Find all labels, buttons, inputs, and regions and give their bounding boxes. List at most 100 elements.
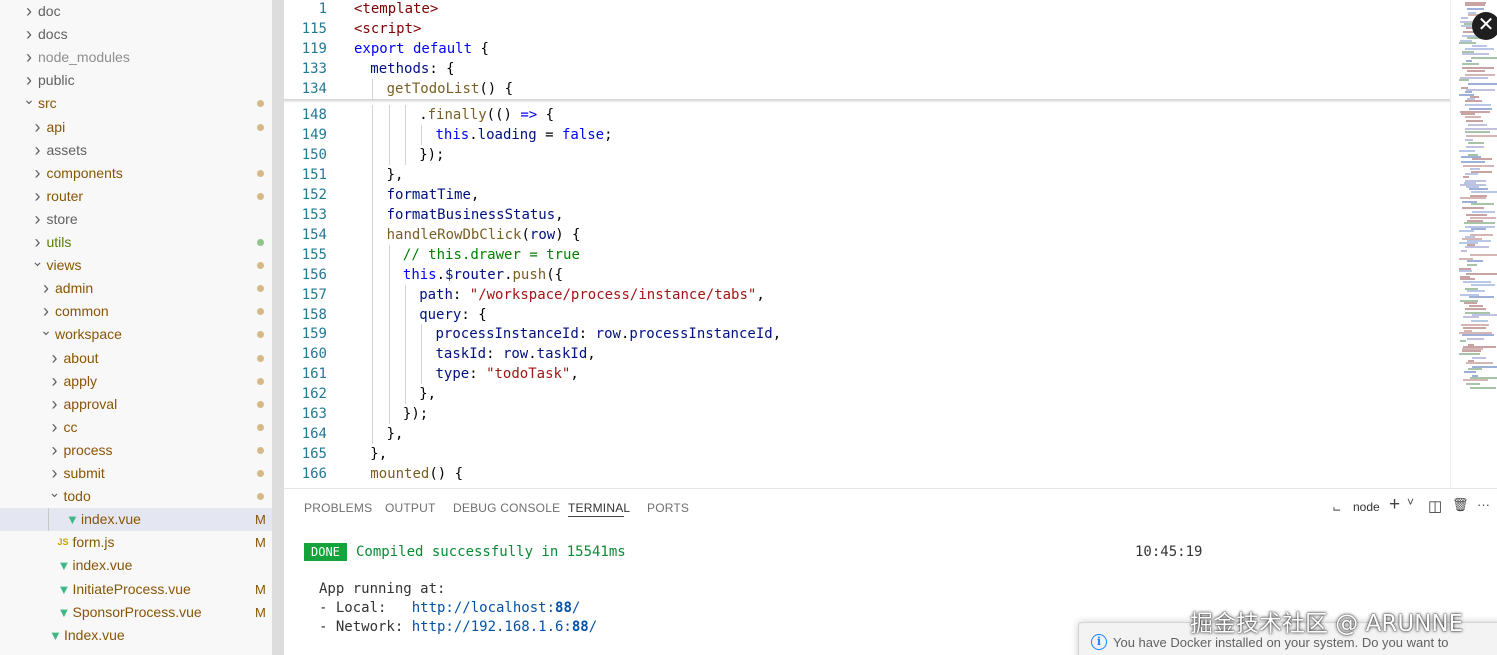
code-line[interactable]: 154 handleRowDbClick(row) {	[284, 224, 1450, 245]
folder-item[interactable]: common	[0, 300, 272, 323]
folder-item[interactable]: admin	[0, 277, 272, 300]
indent-guide	[372, 384, 374, 405]
code-line[interactable]: 150});	[284, 144, 1450, 165]
code-text: },	[370, 444, 387, 464]
code-line[interactable]: 115 <script>	[284, 19, 1450, 39]
code-line[interactable]: 165},	[284, 444, 1450, 464]
chevron-right-icon[interactable]	[22, 69, 36, 93]
folder-item[interactable]: store	[0, 208, 272, 231]
split-terminal-button[interactable]: ◫	[1428, 497, 1442, 515]
close-overlay-button[interactable]: ✕	[1472, 12, 1497, 40]
new-terminal-button[interactable]: +	[1389, 494, 1400, 516]
folder-item[interactable]: views	[0, 254, 272, 277]
folder-item[interactable]: doc	[0, 0, 272, 23]
folder-item[interactable]: public	[0, 69, 272, 92]
chevron-right-icon[interactable]	[31, 185, 45, 209]
folder-item[interactable]: apply	[0, 370, 272, 393]
tab-problems[interactable]: PROBLEMS	[304, 501, 372, 515]
line-number: 155	[301, 246, 327, 263]
code-line[interactable]: 1 <template>	[284, 0, 1450, 19]
code-line[interactable]: 151},	[284, 164, 1450, 185]
code-line[interactable]: 163});	[284, 404, 1450, 425]
chevron-right-icon[interactable]	[48, 416, 62, 440]
chevron-right-icon[interactable]	[31, 116, 45, 140]
folder-item[interactable]: router	[0, 185, 272, 208]
chevron-right-icon[interactable]	[22, 23, 36, 47]
code-line[interactable]: 159 processInstanceId: row.processInstanc…	[284, 324, 1450, 345]
code-line[interactable]: 119 export default {	[284, 39, 1450, 59]
folder-item[interactable]: node_modules	[0, 46, 272, 69]
code-editor[interactable]: 1 <template> 115 <script> 119 export default …	[284, 0, 1450, 488]
file-item[interactable]: ▼ InitiateProcess.vue M	[0, 578, 272, 601]
chevron-down-icon[interactable]	[31, 254, 45, 277]
code-token: ,	[587, 346, 596, 363]
chevron-right-icon[interactable]	[48, 347, 62, 371]
file-item[interactable]: JS form.js M	[0, 531, 272, 554]
chevron-right-icon[interactable]	[31, 139, 45, 163]
code-line[interactable]: 166 mounted() {	[284, 464, 1450, 484]
code-line[interactable]: 157 path: "/workspace/process/instance/ta…	[284, 284, 1450, 305]
folder-item[interactable]: cc	[0, 416, 272, 439]
file-item[interactable]: ▼ index.vue	[0, 554, 272, 577]
chevron-right-icon[interactable]	[31, 208, 45, 232]
chevron-right-icon[interactable]	[31, 231, 45, 255]
chevron-right-icon[interactable]	[22, 0, 36, 24]
folder-item[interactable]: submit	[0, 462, 272, 485]
folder-item[interactable]: about	[0, 347, 272, 370]
code-line[interactable]: 148 .finally(() => {	[284, 105, 1450, 125]
chevron-right-icon[interactable]	[48, 439, 62, 463]
folder-item[interactable]: utils	[0, 231, 272, 254]
code-line[interactable]: 133 methods: {	[284, 59, 1450, 79]
minimap-line	[1460, 340, 1466, 342]
folder-item[interactable]: assets	[0, 139, 272, 162]
chevron-right-icon[interactable]	[48, 393, 62, 417]
tab-debug-console[interactable]: DEBUG CONSOLE	[453, 501, 560, 515]
kill-terminal-button[interactable]: 🗑	[1452, 497, 1469, 513]
file-item[interactable]: ▼ index.vue M	[0, 508, 272, 532]
git-status-dot	[257, 262, 264, 270]
code-line[interactable]: 156 this.$router.push({	[284, 264, 1450, 285]
local-url[interactable]: http://localhost:88/	[412, 600, 581, 616]
folder-item[interactable]: docs	[0, 23, 272, 46]
chevron-right-icon[interactable]	[39, 277, 53, 301]
tab-ports[interactable]: PORTS	[647, 501, 689, 515]
tab-terminal[interactable]: TERMINAL	[568, 501, 630, 515]
file-item[interactable]: ▼ Index.vue	[0, 624, 272, 647]
folder-item[interactable]: todo	[0, 485, 272, 508]
code-line[interactable]: 161 type: "todoTask",	[284, 364, 1450, 385]
code-token: (()	[486, 107, 521, 123]
code-line[interactable]: 149 this.loading = false;	[284, 124, 1450, 145]
file-item[interactable]: ▼ SponsorProcess.vue M	[0, 601, 272, 624]
sidebar-scrollbar[interactable]	[272, 0, 284, 655]
code-line[interactable]: 153 formatBusinessStatus,	[284, 204, 1450, 225]
code-line[interactable]: 134 getTodoList() {	[284, 78, 1450, 99]
terminal-name[interactable]: node	[1353, 500, 1380, 514]
tree-item-label: api	[46, 118, 66, 135]
chevron-right-icon[interactable]	[48, 462, 62, 486]
minimap[interactable]	[1450, 0, 1497, 488]
folder-item[interactable]: approval	[0, 393, 272, 416]
chevron-right-icon[interactable]	[48, 370, 62, 394]
code-line[interactable]: 158 query: {	[284, 304, 1450, 325]
terminal-dropdown-button[interactable]: ˅	[1407, 495, 1414, 509]
chevron-down-icon[interactable]	[39, 323, 53, 346]
chevron-right-icon[interactable]	[31, 162, 45, 186]
tab-output[interactable]: OUTPUT	[385, 501, 436, 515]
chevron-right-icon[interactable]	[39, 300, 53, 324]
folder-item[interactable]: process	[0, 439, 272, 462]
folder-item[interactable]: components	[0, 162, 272, 185]
code-line[interactable]: 155 // this.drawer = true	[284, 244, 1450, 265]
code-line[interactable]: 162},	[284, 384, 1450, 405]
network-url[interactable]: http://192.168.1.6:88/	[412, 619, 597, 635]
code-line[interactable]: 152 formatTime,	[284, 184, 1450, 205]
more-actions-button[interactable]: ···	[1477, 497, 1490, 512]
code-line[interactable]: 160 taskId: row.taskId,	[284, 344, 1450, 365]
folder-item[interactable]: workspace	[0, 323, 272, 346]
chevron-down-icon[interactable]	[48, 485, 62, 508]
folder-item[interactable]: api	[0, 116, 272, 139]
git-status-dot	[257, 446, 264, 454]
chevron-down-icon[interactable]	[22, 92, 36, 115]
chevron-right-icon[interactable]	[22, 46, 36, 70]
code-line[interactable]: 164},	[284, 424, 1450, 445]
folder-item[interactable]: src	[0, 92, 272, 115]
